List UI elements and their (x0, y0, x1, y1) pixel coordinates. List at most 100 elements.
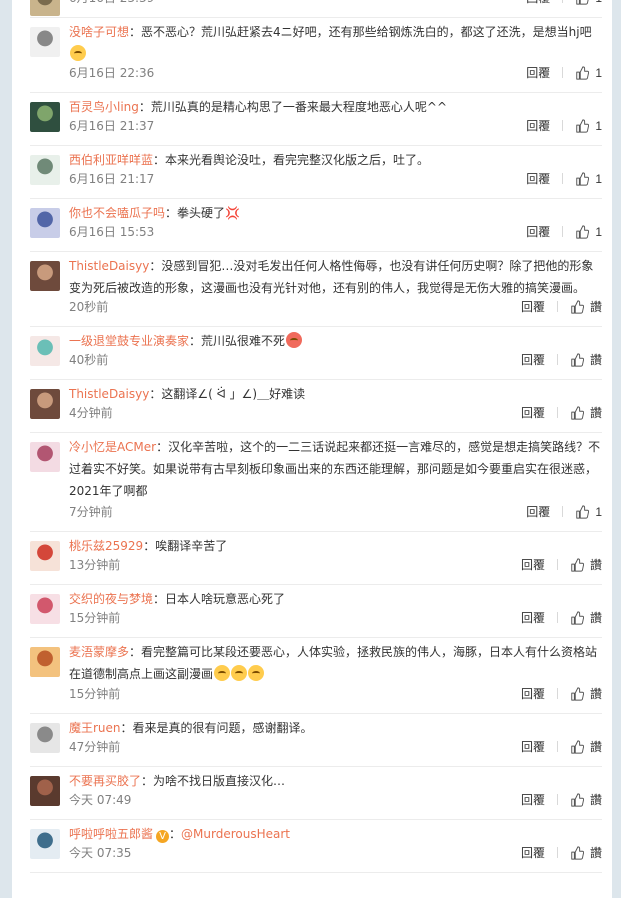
avatar[interactable] (30, 594, 60, 624)
reply-button[interactable]: 回覆 (526, 503, 550, 520)
comment-username[interactable]: 魔王ruen (69, 721, 121, 735)
like-count: 1 (595, 504, 602, 519)
avatar[interactable] (30, 27, 60, 57)
emoji-icon (214, 665, 231, 681)
comment-actions: 回覆 讚 (521, 791, 602, 808)
comment-item: 百灵鸟小ling：荒川弘真的是精心构思了一番来最大程度地恶心人呢^^ 6月16日 … (30, 93, 602, 146)
divider (556, 354, 558, 365)
comment-body: 冷小忆是ACMer：汉化辛苦啦，这个的一二三话说起来都还挺一言难尽的，感觉是想走… (69, 436, 602, 502)
like-button[interactable]: 1 (575, 505, 602, 519)
reply-button[interactable]: 回覆 (521, 791, 545, 808)
like-count: 讚 (589, 846, 602, 860)
colon: ： (149, 387, 162, 401)
avatar[interactable] (30, 647, 60, 677)
like-button[interactable]: 1 (575, 66, 602, 80)
comment-username[interactable]: 你也不会嗑瓜子吗 (69, 206, 165, 220)
comment-item: 冷小忆是ACMer：汉化辛苦啦，这个的一二三话说起来都还挺一言难尽的，感觉是想走… (30, 433, 602, 532)
like-button[interactable]: 1 (575, 119, 602, 133)
comment-body: ThistleDaisyy：这翻译∠( ᐛ 」∠)＿好难读 (69, 383, 602, 405)
comment-time: 47分钟前 (69, 740, 121, 754)
colon: ： (169, 827, 182, 841)
comment-actions: 回覆 讚 (521, 738, 602, 755)
comment-username[interactable]: 冷小忆是ACMer (69, 440, 156, 454)
thumbs-up-icon (576, 224, 590, 239)
divider (562, 120, 564, 131)
like-button[interactable]: 1 (575, 225, 602, 239)
like-button[interactable]: 讚 (570, 844, 602, 861)
thumbs-up-icon (571, 739, 584, 754)
avatar[interactable] (30, 829, 60, 859)
reply-button[interactable]: 回覆 (521, 298, 545, 315)
comment-username[interactable]: 不要再买胶了 (69, 774, 141, 788)
reply-button[interactable]: 回覆 (521, 404, 545, 421)
avatar[interactable] (30, 723, 60, 753)
comment-body: 呼啦呼啦五郎酱 V ：@MurderousHeart (69, 823, 602, 845)
emoji-icon (286, 332, 303, 348)
reply-button[interactable]: 回覆 (526, 0, 550, 6)
avatar[interactable] (30, 208, 60, 238)
reply-button[interactable]: 回覆 (521, 609, 545, 626)
like-button[interactable]: 讚 (570, 351, 602, 368)
avatar[interactable] (30, 261, 60, 291)
divider (562, 226, 564, 237)
comment-actions: 回覆 讚 (521, 556, 602, 573)
comment-item: 麦浯蒙摩多：看完整篇可比某段还要恶心，人体实验，拯救民族的伟人，海豚，日本人有什… (30, 638, 602, 714)
comment-body: 桃乐兹25929：唉翻译辛苦了 (69, 535, 602, 557)
avatar[interactable] (30, 389, 60, 419)
thumbs-up-icon (576, 65, 590, 80)
reply-button[interactable]: 回覆 (526, 223, 550, 240)
avatar[interactable] (30, 776, 60, 806)
like-button[interactable]: 讚 (570, 404, 602, 421)
comment-username[interactable]: ThistleDaisyy (69, 387, 149, 401)
thumbs-up-icon (571, 610, 584, 625)
comment-username[interactable]: 交织的夜与梦境 (69, 592, 153, 606)
like-button[interactable]: 讚 (570, 298, 602, 315)
like-button[interactable]: 1 (575, 172, 602, 186)
comment-time: 15分钟前 (69, 687, 121, 701)
comment-body: 没啥子可想：恶不恶心？荒川弘赶紧去4ニ好吧，还有那些给钢炼洗白的，都这了还洗，是… (69, 21, 602, 65)
avatar[interactable] (30, 336, 60, 366)
comment-body: 你也不会嗑瓜子吗：拳头硬了💢 (69, 202, 602, 224)
avatar[interactable] (30, 155, 60, 185)
mention-link[interactable]: @MurderousHeart (181, 827, 290, 841)
reply-button[interactable]: 回覆 (521, 844, 545, 861)
comment-username[interactable]: 麦浯蒙摩多 (69, 645, 129, 659)
thumbs-up-icon (571, 557, 584, 572)
like-count: 讚 (589, 300, 602, 314)
reply-button[interactable]: 回覆 (526, 64, 550, 81)
divider (556, 301, 558, 312)
comment-body: 百灵鸟小ling：荒川弘真的是精心构思了一番来最大程度地恶心人呢^^ (69, 96, 602, 118)
reply-button[interactable]: 回覆 (521, 738, 545, 755)
comment-username[interactable]: 百灵鸟小ling (69, 100, 139, 114)
comment-item: 不要再买胶了：为啥不找日版直接汉化… 今天 07:49 回覆讚 (30, 767, 602, 820)
comment-time: 4分钟前 (69, 406, 113, 420)
reply-button[interactable]: 回覆 (526, 117, 550, 134)
comment-username[interactable]: 没啥子可想 (69, 25, 129, 39)
comment-text: 日本人啥玩意恶心死了 (165, 592, 286, 606)
like-button[interactable]: 讚 (570, 685, 602, 702)
like-button[interactable]: 讚 (570, 609, 602, 626)
avatar[interactable] (30, 541, 60, 571)
reply-button[interactable]: 回覆 (521, 685, 545, 702)
reply-button[interactable]: 回覆 (521, 351, 545, 368)
like-button[interactable]: 讚 (570, 556, 602, 573)
like-button[interactable]: 1 (575, 0, 602, 5)
comment-username[interactable]: 西伯利亚咩咩蓝 (69, 153, 153, 167)
comment-username[interactable]: 桃乐兹25929 (69, 539, 143, 553)
comment-username[interactable]: 呼啦呼啦五郎酱 (69, 827, 153, 841)
avatar[interactable] (30, 442, 60, 472)
like-button[interactable]: 讚 (570, 791, 602, 808)
colon: ： (156, 440, 169, 454)
like-button[interactable]: 讚 (570, 738, 602, 755)
comment-body: 西伯利亚咩咩蓝：本来光看舆论没吐，看完完整汉化版之后，吐了。 (69, 149, 602, 171)
comment-item: ThistleDaisyy：没感到冒犯…没对毛发出任何人格性侮辱，也没有讲任何历… (30, 252, 602, 327)
avatar[interactable] (30, 0, 60, 16)
comment-text: 荒川弘很难不死 (201, 334, 286, 348)
avatar[interactable] (30, 102, 60, 132)
comment-username[interactable]: ThistleDaisyy (69, 259, 149, 273)
comment-item: 西伯利亚咩咩蓝：本来光看舆论没吐，看完完整汉化版之后，吐了。 6月16日 21:1… (30, 146, 602, 199)
thumbs-up-icon (571, 352, 584, 367)
reply-button[interactable]: 回覆 (526, 170, 550, 187)
reply-button[interactable]: 回覆 (521, 556, 545, 573)
comment-username[interactable]: 一级退堂鼓专业演奏家 (69, 334, 189, 348)
